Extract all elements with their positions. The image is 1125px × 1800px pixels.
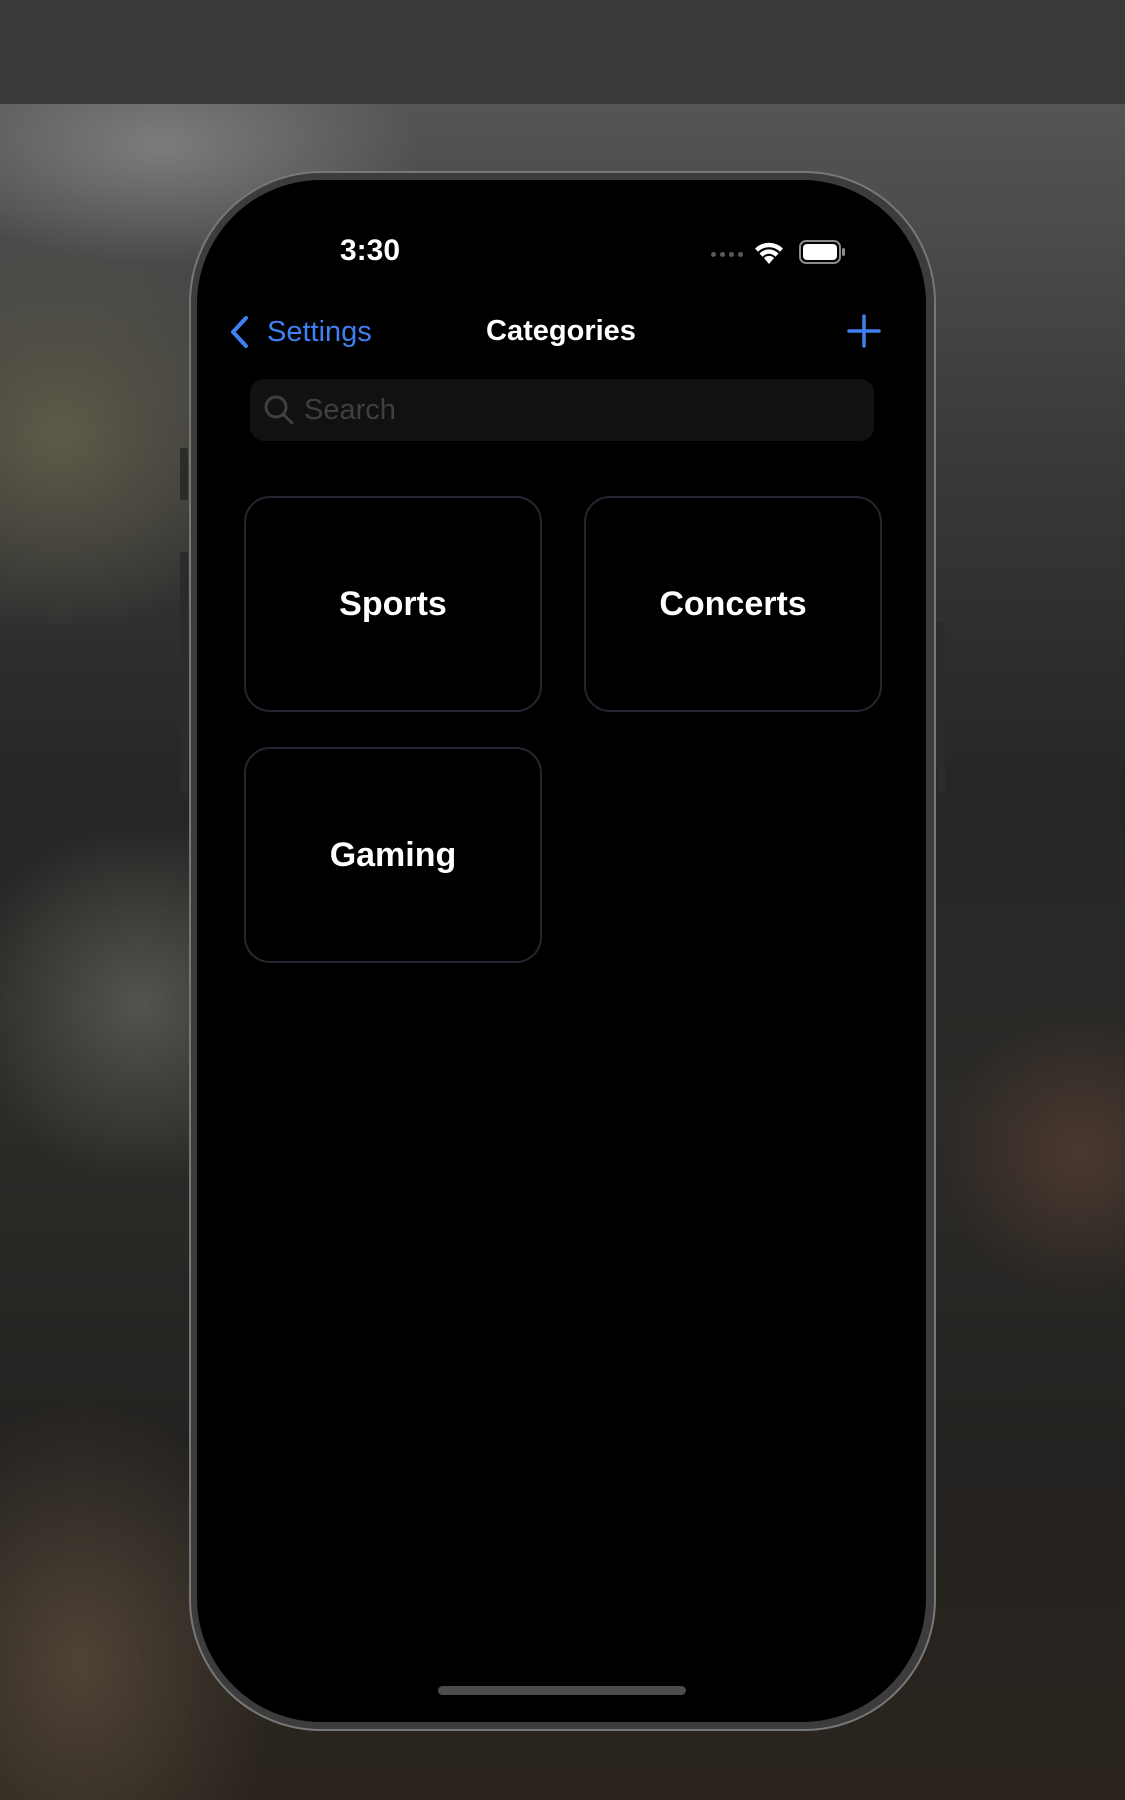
phone-screen: 3:30 Settings Categories Search Sports C… [197, 180, 926, 1722]
category-tile-sports[interactable]: Sports [244, 496, 542, 712]
status-time: 3:30 [339, 234, 401, 267]
back-button-label: Settings [267, 315, 372, 348]
phone-side-button-action [180, 448, 188, 500]
status-icons [711, 238, 851, 268]
page-title: Categories [486, 315, 636, 347]
phone-side-button-power [937, 622, 945, 792]
category-label: Sports [339, 584, 447, 623]
category-label: Concerts [659, 584, 807, 623]
category-tile-gaming[interactable]: Gaming [244, 747, 542, 963]
phone-side-button-volume-up [180, 552, 188, 658]
chevron-left-icon [231, 316, 248, 348]
plus-icon[interactable] [845, 312, 883, 350]
back-button[interactable]: Settings [227, 312, 372, 352]
top-strip [0, 0, 1125, 104]
battery-icon [799, 240, 845, 264]
home-indicator[interactable] [438, 1686, 686, 1695]
search-placeholder: Search [304, 393, 396, 426]
signal-icon [711, 252, 747, 258]
search-icon [264, 395, 294, 425]
phone-side-button-volume-down [180, 688, 188, 794]
category-tile-concerts[interactable]: Concerts [584, 496, 882, 712]
search-input[interactable]: Search [250, 379, 874, 441]
category-label: Gaming [329, 835, 457, 874]
wifi-icon [755, 242, 783, 264]
